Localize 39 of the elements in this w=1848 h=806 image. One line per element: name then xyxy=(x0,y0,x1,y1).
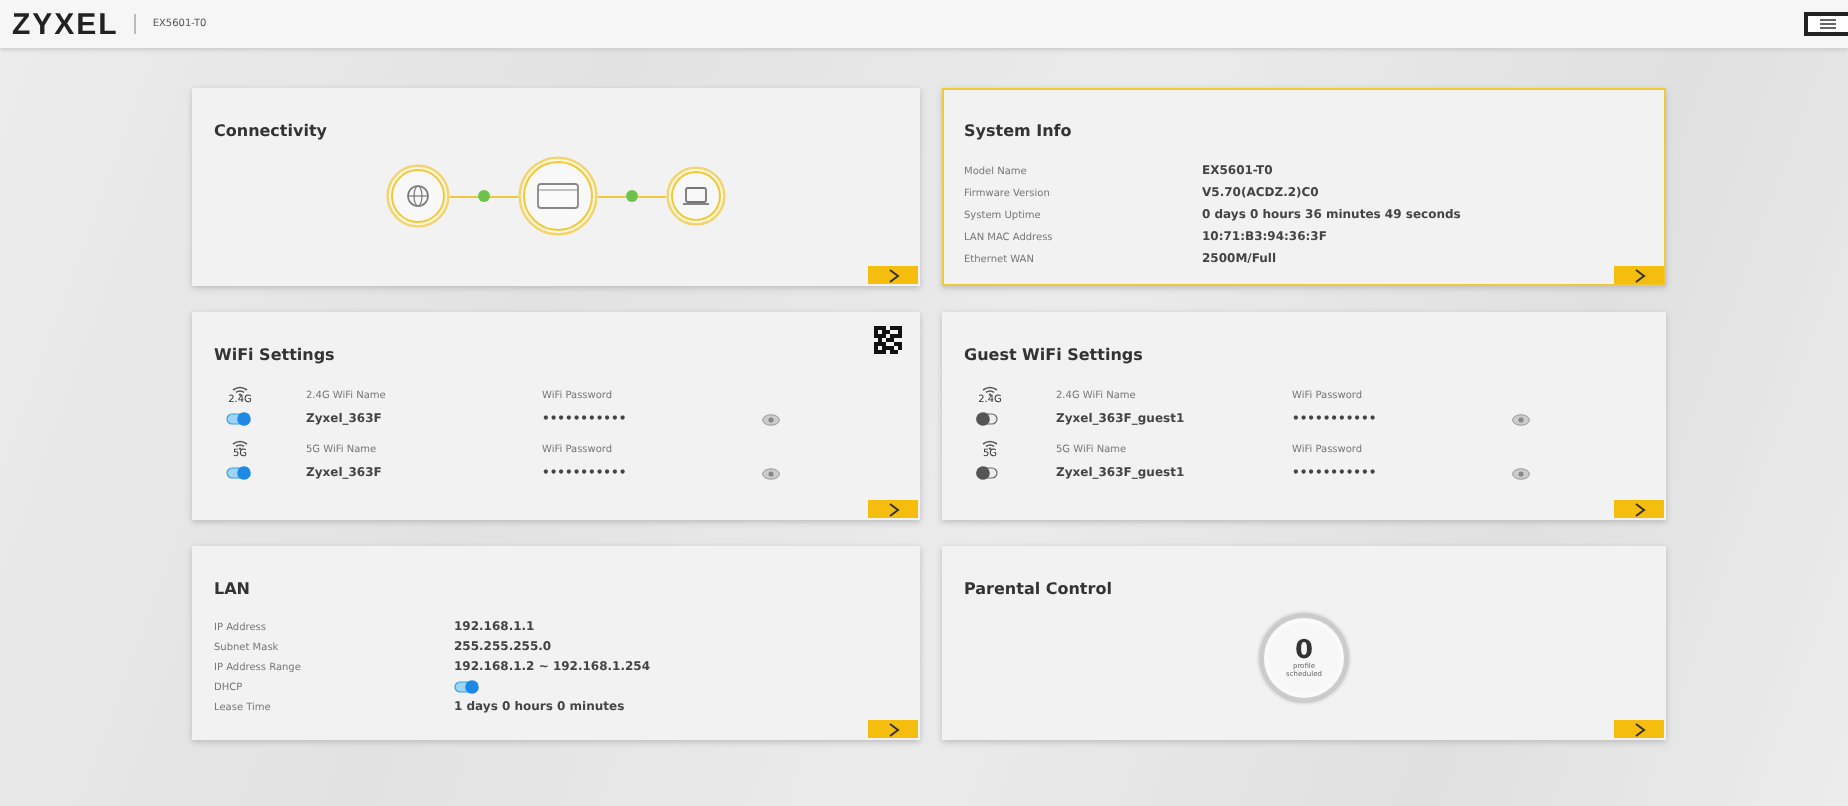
toggle-switch[interactable] xyxy=(226,412,252,426)
laptop-icon xyxy=(682,187,710,205)
wifi-icon xyxy=(982,386,998,396)
wifi-icon xyxy=(232,440,248,450)
wifi-icon xyxy=(982,440,998,450)
chevron-icon xyxy=(1631,267,1647,283)
chevron-icon xyxy=(885,267,901,283)
eye-icon[interactable] xyxy=(1512,467,1530,479)
chevron-icon xyxy=(885,721,901,737)
brand-logo: ZYXEL xyxy=(12,7,119,41)
menu-button[interactable] xyxy=(1804,12,1848,36)
toggle-switch[interactable] xyxy=(454,680,480,694)
next-button[interactable] xyxy=(1614,500,1664,518)
globe-icon xyxy=(407,185,429,207)
eye-icon[interactable] xyxy=(762,467,780,479)
chevron-icon xyxy=(1631,501,1647,517)
next-button[interactable] xyxy=(868,720,918,738)
qr-code-icon[interactable] xyxy=(874,326,902,354)
next-button[interactable] xyxy=(1614,720,1664,738)
eye-icon[interactable] xyxy=(1512,413,1530,425)
profile-count: 0 xyxy=(1294,637,1314,664)
toggle-switch[interactable] xyxy=(976,466,1002,480)
router-icon xyxy=(537,183,579,209)
eye-icon[interactable] xyxy=(762,413,780,425)
next-button[interactable] xyxy=(868,266,918,284)
card-title: System Info xyxy=(964,122,1072,140)
next-button[interactable] xyxy=(1614,266,1664,284)
chevron-icon xyxy=(1631,721,1647,737)
chevron-icon xyxy=(885,501,901,517)
card-title: Guest WiFi Settings xyxy=(964,346,1143,364)
wifi-icon xyxy=(232,386,248,396)
card-title: Parental Control xyxy=(964,580,1112,598)
toggle-switch[interactable] xyxy=(976,412,1002,426)
menu-icon xyxy=(1820,18,1836,30)
card-title: LAN xyxy=(214,580,250,598)
next-button[interactable] xyxy=(868,500,918,518)
toggle-switch[interactable] xyxy=(226,466,252,480)
card-title: WiFi Settings xyxy=(214,346,335,364)
card-title: Connectivity xyxy=(214,122,327,140)
